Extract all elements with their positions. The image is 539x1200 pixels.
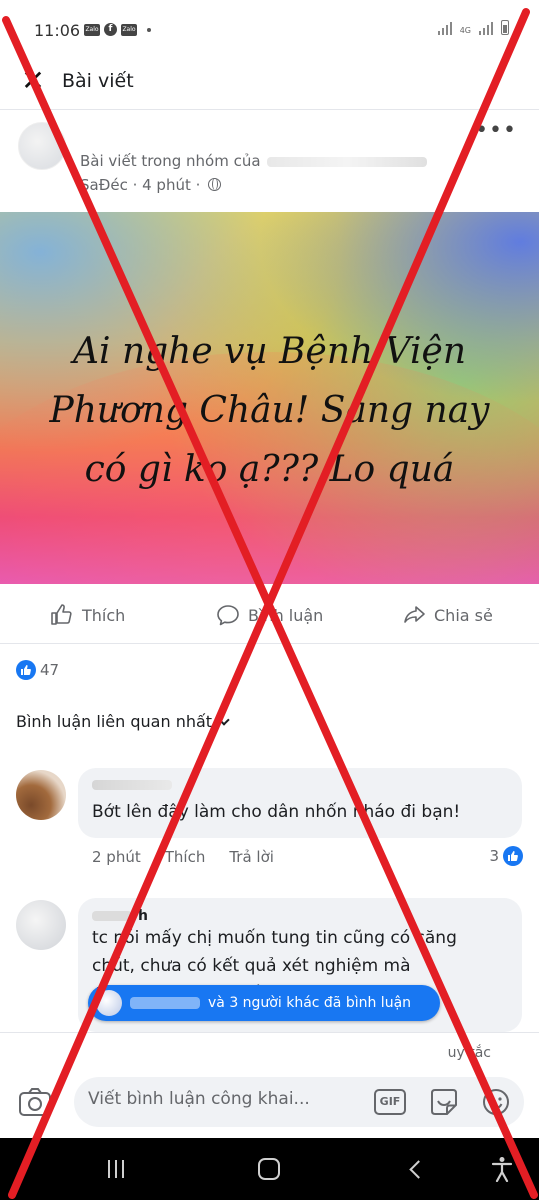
comment-composer: uy tắc GIF (0, 1032, 539, 1138)
others-commented-text: và 3 người khác đã bình luận (208, 995, 412, 1011)
comment-bubble: Bớt lên đây làm cho dân nhốn nháo đi bạn… (78, 768, 522, 838)
redacted-commenter-name (92, 780, 172, 790)
post-background-image[interactable]: Ai nghe vụ Bệnh Viện Phương Châu! Sáng n… (0, 212, 539, 584)
reaction-summary[interactable]: 47 (16, 660, 59, 680)
comment-text: Bớt lên đây làm cho dân nhốn nháo đi bạn… (92, 802, 461, 822)
home-icon[interactable] (258, 1158, 280, 1180)
group-rules-link[interactable]: uy tắc (448, 1045, 491, 1061)
close-icon[interactable]: ✕ (20, 67, 46, 95)
status-bar: 11:06 Zalo f Zalo 4G (0, 0, 539, 58)
comment-input-box: GIF (74, 1077, 524, 1127)
comment-button[interactable]: Bình luận (216, 603, 323, 627)
like-reaction-icon (16, 660, 36, 680)
gif-button[interactable]: GIF (374, 1089, 406, 1115)
comment-reaction-count: 3 (489, 847, 499, 865)
comment-reaction-summary[interactable]: 3 (489, 846, 523, 866)
comment-meta: 2 phút Thích Trả lời (92, 848, 274, 866)
facebook-icon: f (104, 23, 117, 36)
post-action-bar: Thích Bình luận Chia sẻ (0, 584, 539, 644)
system-nav-bar (0, 1138, 539, 1200)
commenter-name: h (92, 908, 508, 924)
globe-icon (208, 178, 222, 191)
notification-dot-icon (147, 27, 151, 32)
network-type: 4G (459, 26, 471, 35)
post-group-line: Bài viết trong nhóm của (80, 152, 427, 170)
group-prefix: Bài viết trong nhóm của (80, 152, 261, 170)
recent-apps-icon[interactable] (108, 1160, 124, 1178)
commenter-avatar (96, 990, 122, 1016)
like-reaction-icon (503, 846, 523, 866)
others-commented-banner[interactable]: và 3 người khác đã bình luận (88, 985, 440, 1021)
comment-reply-button[interactable]: Trả lời (229, 848, 274, 866)
redacted-commenter-name (130, 997, 200, 1009)
top-bar: ✕ Bài viết (0, 58, 539, 110)
accessibility-icon[interactable] (491, 1156, 513, 1182)
back-icon[interactable] (409, 1160, 428, 1179)
share-label: Chia sẻ (434, 605, 493, 625)
post-location-time: SaĐéc · 4 phút · (80, 176, 201, 194)
chevron-down-icon (218, 713, 230, 726)
comment-sort-dropdown[interactable]: Bình luận liên quan nhất (16, 712, 230, 731)
more-options-icon[interactable]: ••• (475, 118, 517, 143)
sticker-icon[interactable] (428, 1087, 460, 1117)
post-meta: SaĐéc · 4 phút · (80, 176, 222, 194)
author-avatar[interactable] (18, 122, 66, 170)
battery-icon (501, 20, 509, 35)
like-button[interactable]: Thích (50, 603, 125, 627)
post-text: Ai nghe vụ Bệnh Viện Phương Châu! Sáng n… (49, 331, 490, 490)
commenter-avatar[interactable] (16, 770, 66, 820)
share-icon (404, 606, 425, 623)
comment-icon (217, 605, 239, 626)
reaction-count: 47 (40, 661, 60, 679)
thumbs-up-icon (51, 604, 72, 625)
redacted-commenter-name (92, 911, 132, 921)
signal-icon (479, 21, 493, 35)
comment-label: Bình luận (248, 605, 324, 625)
comment-input[interactable] (88, 1089, 368, 1109)
camera-icon[interactable] (18, 1087, 52, 1117)
comment-sort-label: Bình luận liên quan nhất (16, 712, 213, 731)
comment-like-button[interactable]: Thích (165, 848, 206, 866)
status-time: 11:06 (34, 21, 81, 40)
commenter-avatar[interactable] (16, 900, 66, 950)
signal-icon (437, 21, 452, 35)
status-indicators: 4G (437, 20, 509, 35)
share-button[interactable]: Chia sẻ (402, 603, 493, 627)
zalo-icon: Zalo (84, 23, 100, 36)
zalo-icon: Zalo (121, 23, 137, 36)
redacted-group-name (266, 156, 427, 167)
emoji-icon[interactable] (482, 1088, 510, 1116)
page-title: Bài viết (62, 70, 134, 92)
status-app-icons: Zalo f Zalo (84, 23, 151, 36)
comment-time: 2 phút (92, 848, 141, 866)
post-header: Bài viết trong nhóm của SaĐéc · 4 phút ·… (0, 110, 539, 212)
like-label: Thích (82, 605, 126, 625)
